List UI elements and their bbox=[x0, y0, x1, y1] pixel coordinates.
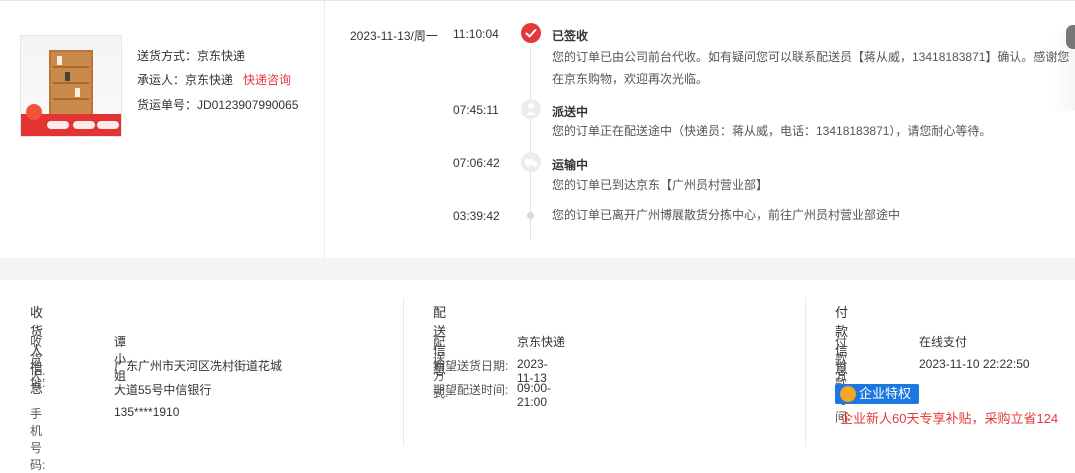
promo-banner bbox=[21, 104, 121, 136]
enterprise-privilege-badge[interactable]: 企业特权 bbox=[835, 384, 919, 404]
order-info-section: 收货人信息 收货人: 谭小姐 地址: 广东广州市天河区冼村街道花城 大道55号中… bbox=[0, 280, 1075, 472]
dot-icon bbox=[527, 212, 534, 219]
waybill-label: 货运单号： bbox=[137, 98, 198, 112]
timeline-description: 您的订单正在配送途中（快递员：蒋从威，电话：13418183871），请您耐心等… bbox=[552, 124, 992, 138]
phone-label: 手机号码: bbox=[30, 407, 46, 472]
truck-icon bbox=[521, 152, 541, 172]
payment-time: 2023-11-10 22:22:50 bbox=[919, 357, 1030, 371]
address-line-1: 广东广州市天河区冼村街道花城 bbox=[114, 359, 283, 373]
carrier-label: 承运人： bbox=[137, 73, 186, 87]
address-line-2: 大道55号中信银行 bbox=[114, 383, 212, 397]
delivery-method-value: 京东快递 bbox=[517, 335, 566, 349]
payment-method-value: 在线支付 bbox=[919, 335, 968, 349]
timeline-time: 03:39:42 bbox=[453, 209, 500, 223]
timeline-status: 派送中 bbox=[552, 105, 589, 119]
timeline-time: 07:45:11 bbox=[453, 103, 499, 117]
waybill-number: JD0123907990065 bbox=[197, 98, 299, 112]
delivery-method-value: 京东快递 bbox=[197, 49, 246, 63]
delivery-person-icon bbox=[521, 99, 541, 119]
timeline-status: 运输中 bbox=[552, 158, 589, 172]
carrier-value: 京东快递 bbox=[185, 73, 234, 87]
timeline-description: 您的订单已到达京东【广州员村营业部】 bbox=[552, 178, 769, 192]
enterprise-icon bbox=[840, 386, 856, 402]
timeline-date: 2023-11-13/周一 bbox=[350, 29, 438, 43]
expected-date-label: 期望送货日期: bbox=[433, 359, 509, 373]
enterprise-promo-link[interactable]: 企业新人60天专享补贴，采购立省124 bbox=[840, 408, 1058, 427]
timeline-status: 已签收 bbox=[552, 29, 589, 43]
courier-inquiry-link[interactable]: 快递咨询 bbox=[243, 73, 291, 87]
carrier-row: 承运人：京东快递 快递咨询 bbox=[137, 73, 291, 87]
bookshelf-image bbox=[49, 50, 93, 120]
timeline-line bbox=[530, 47, 531, 239]
column-divider bbox=[805, 298, 806, 446]
shipment-summary: 送货方式：京东快递 承运人：京东快递 快递咨询 货运单号：JD0123907990… bbox=[0, 1, 325, 259]
expected-time: 09:00-21:00 bbox=[517, 381, 552, 409]
address-label: 地址: bbox=[30, 359, 46, 390]
delivery-method-label: 送货方式： bbox=[137, 49, 198, 63]
logistics-timeline: 2023-11-13/周一 11:10:04 已签收 您的订单已由公司前台代收。… bbox=[325, 1, 1075, 259]
tracking-panel: 送货方式：京东快递 承运人：京东快递 快递咨询 货运单号：JD0123907990… bbox=[0, 0, 1075, 259]
waybill-row: 货运单号：JD0123907990065 bbox=[137, 98, 298, 112]
product-thumbnail[interactable] bbox=[20, 35, 122, 137]
timeline-description: 您的订单已离开广州博展散货分拣中心，前往广州员村营业部途中 bbox=[552, 208, 901, 222]
timeline-description: 您的订单已由公司前台代收。如有疑问您可以联系配送员【蒋从威，1341818387… bbox=[552, 50, 1070, 86]
scroll-handle[interactable] bbox=[1066, 25, 1075, 49]
column-divider bbox=[403, 298, 404, 446]
expected-time-label: 期望配送时间: bbox=[433, 383, 509, 397]
promo-logo bbox=[26, 104, 42, 120]
badge-label: 企业特权 bbox=[859, 386, 912, 401]
section-gap bbox=[0, 258, 1075, 280]
phone-number: 135****1910 bbox=[114, 405, 180, 419]
timeline-time: 07:06:42 bbox=[453, 156, 500, 170]
timeline-time: 11:10:04 bbox=[453, 27, 499, 41]
check-icon bbox=[521, 23, 541, 43]
delivery-method-row: 送货方式：京东快递 bbox=[137, 49, 245, 63]
